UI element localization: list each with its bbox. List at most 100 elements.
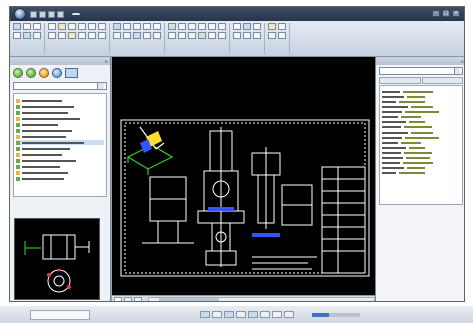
otrack-toggle[interactable] [260, 311, 270, 318]
property-row[interactable] [382, 95, 460, 99]
back-arrow-icon[interactable] [13, 68, 23, 78]
stretch-tool-icon[interactable] [98, 23, 106, 30]
tree-item[interactable] [16, 134, 104, 139]
property-row[interactable] [382, 171, 460, 175]
scale-tool-icon[interactable] [88, 23, 96, 30]
table-icon[interactable] [143, 23, 151, 30]
tree-item[interactable] [16, 140, 104, 145]
osnap-toggle[interactable] [248, 311, 258, 318]
property-row[interactable] [382, 125, 460, 129]
property-tab-1[interactable] [379, 77, 421, 84]
mark-icon[interactable] [153, 23, 161, 30]
layer-match-icon[interactable] [218, 23, 226, 30]
properties-icon[interactable] [233, 23, 241, 30]
layer-color-icon[interactable] [208, 23, 216, 30]
transparency-icon[interactable] [253, 32, 261, 39]
lineweight-icon[interactable] [233, 32, 241, 39]
new-file-icon[interactable] [30, 10, 37, 18]
block-create-icon[interactable] [178, 32, 186, 39]
line-tool-icon[interactable] [13, 23, 21, 30]
undo-icon[interactable] [57, 10, 64, 18]
property-row[interactable] [382, 110, 460, 114]
property-row[interactable] [382, 146, 460, 150]
angle-dim-icon[interactable] [143, 32, 151, 39]
lineweight-toggle[interactable] [272, 311, 282, 318]
fillet-tool-icon[interactable] [68, 32, 76, 39]
open-file-icon[interactable] [39, 10, 46, 18]
area-icon[interactable] [278, 23, 286, 30]
entity-type-dropdown[interactable] [379, 67, 463, 75]
block-edit-icon[interactable] [188, 32, 196, 39]
trim-tool-icon[interactable] [48, 32, 56, 39]
layer-freeze-icon[interactable] [188, 23, 196, 30]
move-tool-icon[interactable] [48, 23, 56, 30]
polar-toggle[interactable] [236, 311, 246, 318]
save-file-icon[interactable] [48, 10, 55, 18]
ribbon-tab-5[interactable] [116, 13, 124, 15]
attribute-icon[interactable] [198, 32, 206, 39]
layer-lock-icon[interactable] [198, 23, 206, 30]
property-row[interactable] [382, 120, 460, 124]
hatch-tool-icon[interactable] [33, 32, 41, 39]
ribbon-tab-4[interactable] [105, 13, 113, 15]
match-properties-icon[interactable] [243, 23, 251, 30]
snap-toggle[interactable] [200, 311, 210, 318]
horizontal-scrollbar[interactable] [148, 297, 375, 301]
measure-icon[interactable] [268, 23, 276, 30]
block-insert-icon[interactable] [168, 32, 176, 39]
tree-item[interactable] [16, 122, 104, 127]
calculator-icon[interactable] [268, 32, 276, 39]
mirror-tool-icon[interactable] [78, 23, 86, 30]
up-folder-icon[interactable] [39, 68, 49, 78]
leader-icon[interactable] [133, 23, 141, 30]
layer-icon[interactable] [168, 23, 176, 30]
ribbon-tab-3[interactable] [94, 13, 102, 15]
baseline-dim-icon[interactable] [153, 32, 161, 39]
application-menu-button[interactable] [14, 8, 26, 20]
radius-dim-icon[interactable] [133, 32, 141, 39]
chevron-down-icon[interactable] [97, 83, 104, 89]
tree-item[interactable] [16, 98, 104, 103]
circle-tool-icon[interactable] [33, 23, 41, 30]
select-icon[interactable] [278, 32, 286, 39]
view-mode-icon[interactable] [65, 68, 78, 78]
zoom-slider[interactable] [312, 312, 360, 317]
property-row[interactable] [382, 90, 460, 94]
layout-tab-2[interactable] [134, 296, 142, 301]
property-row[interactable] [382, 151, 460, 155]
tree-item[interactable] [16, 152, 104, 157]
rotate-tool-icon[interactable] [68, 23, 76, 30]
linear-dim-icon[interactable] [113, 32, 121, 39]
image-attach-icon[interactable] [218, 32, 226, 39]
tree-item[interactable] [16, 164, 104, 169]
xref-icon[interactable] [208, 32, 216, 39]
panel-close-icon[interactable]: × [461, 59, 464, 64]
annotation-text-icon[interactable] [113, 23, 121, 30]
property-row[interactable] [382, 161, 460, 165]
maximize-button[interactable]: □ [442, 10, 450, 17]
layer-off-icon[interactable] [178, 23, 186, 30]
property-row[interactable] [382, 115, 460, 119]
panel-close-icon[interactable]: × [105, 59, 108, 64]
rectangle-tool-icon[interactable] [23, 32, 31, 39]
tree-item[interactable] [16, 128, 104, 133]
polyline-tool-icon[interactable] [23, 23, 31, 30]
linetype-icon[interactable] [253, 23, 261, 30]
property-row[interactable] [382, 105, 460, 109]
dimension-icon[interactable] [123, 23, 131, 30]
property-row[interactable] [382, 131, 460, 135]
color-icon[interactable] [243, 32, 251, 39]
offset-tool-icon[interactable] [98, 32, 106, 39]
tree-item[interactable] [16, 116, 104, 121]
path-dropdown[interactable] [13, 82, 107, 90]
extend-tool-icon[interactable] [58, 32, 66, 39]
tree-item[interactable] [16, 176, 104, 181]
property-row[interactable] [382, 136, 460, 140]
forward-arrow-icon[interactable] [26, 68, 36, 78]
drawing-canvas[interactable] [112, 57, 375, 295]
aligned-dim-icon[interactable] [123, 32, 131, 39]
chamfer-tool-icon[interactable] [78, 32, 86, 39]
model-space-toggle[interactable] [284, 311, 294, 318]
layout-tab-model[interactable] [114, 296, 122, 301]
property-row[interactable] [382, 100, 460, 104]
